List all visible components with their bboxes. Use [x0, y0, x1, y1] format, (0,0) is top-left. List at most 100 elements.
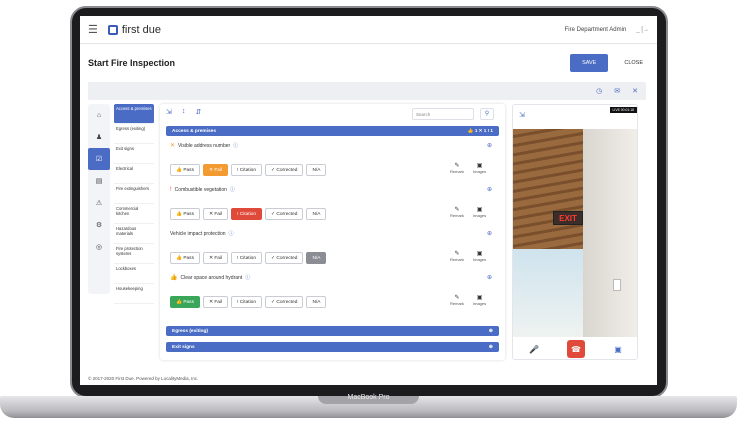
- corrected-button[interactable]: ✓ Corrected: [265, 208, 304, 220]
- expand-item-icon[interactable]: ⊕: [487, 186, 492, 193]
- device-label: MacBook Pro: [347, 394, 390, 401]
- microphone-icon[interactable]: 🎤: [525, 340, 543, 358]
- collapsed-section[interactable]: Exit signs ⊕: [166, 342, 499, 352]
- shield-icon[interactable]: ◎: [88, 236, 110, 258]
- category-item[interactable]: Fire protection systems: [114, 244, 154, 264]
- end-call-icon[interactable]: ☎: [567, 340, 585, 358]
- citation-button[interactable]: ! Citation: [231, 252, 263, 264]
- expand-section-icon[interactable]: ⊕: [489, 344, 493, 350]
- top-bar: ☰ first due Fire Department Admin _ [→: [80, 16, 657, 44]
- section-title: Exit signs: [172, 344, 195, 350]
- expand-video-icon[interactable]: ⇲: [519, 111, 525, 119]
- na-button[interactable]: N/A: [306, 296, 327, 308]
- item-title: Clear space around hydrant: [180, 274, 243, 281]
- option-row: 👍 Pass ✕ Fail ! Citation ✓ Corrected N/A: [170, 296, 327, 308]
- info-icon[interactable]: ⓘ: [229, 230, 234, 237]
- window-controls[interactable]: _ [→: [636, 27, 649, 33]
- fail-button[interactable]: ✕ Fail: [202, 208, 229, 220]
- category-item[interactable]: Commercial kitchen: [114, 204, 154, 224]
- inspection-item: Vehicle impact protection ⓘ ⊕ 👍 Pass ✕ F…: [170, 230, 496, 271]
- expand-item-icon[interactable]: ⊕: [487, 142, 492, 149]
- remark-button[interactable]: ✎ Remark: [450, 250, 464, 262]
- gear-icon[interactable]: ⚙: [88, 214, 110, 236]
- option-row: 👍 Pass ✕ Fail ! Citation ✓ Corrected N/A: [170, 164, 327, 176]
- citation-button[interactable]: ! Citation: [231, 164, 263, 176]
- collapse-all-icon[interactable]: ↕: [182, 108, 186, 116]
- exit-sign: EXIT: [553, 211, 583, 225]
- pass-button[interactable]: 👍 Pass: [170, 296, 200, 308]
- pass-button[interactable]: 👍 Pass: [170, 164, 200, 176]
- citation-button[interactable]: ! Citation: [231, 208, 263, 220]
- collapsed-section[interactable]: Egress (exiting) ⊕: [166, 326, 499, 336]
- expand-item-icon[interactable]: ⊕: [487, 274, 492, 281]
- category-item[interactable]: Hazardous materials: [114, 224, 154, 244]
- inspection-item: ! Combustible vegetation ⓘ ⊕ 👍 Pass ✕ Fa…: [170, 186, 496, 227]
- section-header[interactable]: Access & premises 👍 1 ✕ 1 ! 1: [166, 126, 499, 136]
- na-button[interactable]: N/A: [306, 252, 327, 264]
- expand-section-icon[interactable]: ⊕: [489, 328, 493, 334]
- na-button[interactable]: N/A: [306, 208, 327, 220]
- remark-button[interactable]: ✎ Remark: [450, 162, 464, 174]
- email-icon[interactable]: ✉: [614, 87, 620, 95]
- card-icon[interactable]: ▤: [88, 170, 110, 192]
- expand-icon[interactable]: ⇲: [166, 108, 172, 116]
- corrected-button[interactable]: ✓ Corrected: [265, 252, 304, 264]
- pass-button[interactable]: 👍 Pass: [170, 208, 200, 220]
- title-bar: Start Fire Inspection SAVE CLOSE: [80, 46, 657, 80]
- home-icon[interactable]: ⌂: [88, 104, 110, 126]
- window-image: [513, 249, 583, 337]
- images-button[interactable]: ▣ Images: [473, 250, 486, 262]
- image-icon: ▣: [476, 163, 483, 169]
- citation-icon: !: [170, 186, 172, 193]
- image-icon: ▣: [476, 207, 483, 213]
- item-title: Vehicle impact protection: [170, 230, 226, 237]
- video-timestamp: LIVE 00:01:18: [609, 107, 637, 113]
- user-label[interactable]: Fire Department Admin: [565, 27, 627, 33]
- category-item[interactable]: Exit signs: [114, 144, 154, 164]
- fail-button[interactable]: ✕ Fail: [202, 296, 229, 308]
- category-item[interactable]: Electrical: [114, 164, 154, 184]
- warning-icon[interactable]: ⚠: [88, 192, 110, 214]
- pass-icon: 👍: [170, 275, 178, 281]
- search-icon[interactable]: ⚲: [480, 108, 494, 120]
- save-button[interactable]: SAVE: [570, 54, 609, 72]
- item-title: Combustible vegetation: [174, 186, 227, 193]
- corrected-button[interactable]: ✓ Corrected: [265, 164, 304, 176]
- clock-icon[interactable]: ◷: [596, 87, 602, 95]
- menu-icon[interactable]: ☰: [88, 23, 98, 36]
- person-icon[interactable]: ♟: [88, 126, 110, 148]
- citation-button[interactable]: ! Citation: [231, 296, 263, 308]
- remark-button[interactable]: ✎ Remark: [450, 206, 464, 218]
- pencil-icon: ✎: [454, 207, 460, 213]
- na-button[interactable]: N/A: [306, 164, 327, 176]
- info-icon[interactable]: ⓘ: [230, 186, 235, 193]
- info-icon[interactable]: ⓘ: [245, 274, 250, 281]
- expand-item-icon[interactable]: ⊕: [487, 230, 492, 237]
- wall-image: [583, 129, 637, 337]
- remark-button[interactable]: ✎ Remark: [450, 294, 464, 306]
- app-name: first due: [121, 23, 162, 36]
- section-title: Egress (exiting): [172, 328, 208, 334]
- pass-button[interactable]: 👍 Pass: [170, 252, 200, 264]
- images-button[interactable]: ▣ Images: [473, 162, 486, 174]
- fail-button[interactable]: ✕ Fail: [202, 252, 229, 264]
- camera-icon[interactable]: ▣: [609, 340, 627, 358]
- category-item[interactable]: Egress (exiting): [114, 124, 154, 144]
- category-item[interactable]: Fire extinguishers: [114, 184, 154, 204]
- category-item[interactable]: Access & premises: [114, 104, 154, 124]
- category-item[interactable]: Housekeeping: [114, 284, 154, 304]
- search-input[interactable]: Search: [412, 108, 474, 120]
- info-icon[interactable]: ⓘ: [233, 142, 238, 149]
- item-title: Visible address number: [178, 142, 231, 149]
- category-item[interactable]: Lockboxes: [114, 264, 154, 284]
- close-button[interactable]: CLOSE: [618, 54, 649, 72]
- close-icon[interactable]: ✕: [632, 87, 638, 95]
- inspection-item: 👍 Clear space around hydrant ⓘ ⊕ 👍 Pass …: [170, 274, 496, 315]
- images-button[interactable]: ▣ Images: [473, 294, 486, 306]
- images-button[interactable]: ▣ Images: [473, 206, 486, 218]
- fail-button[interactable]: ✕ Fail: [202, 164, 229, 176]
- image-icon: ▣: [476, 251, 483, 257]
- checklist-icon[interactable]: ☑: [88, 148, 110, 170]
- corrected-button[interactable]: ✓ Corrected: [265, 296, 304, 308]
- expand-all-icon[interactable]: ⇵: [195, 108, 201, 116]
